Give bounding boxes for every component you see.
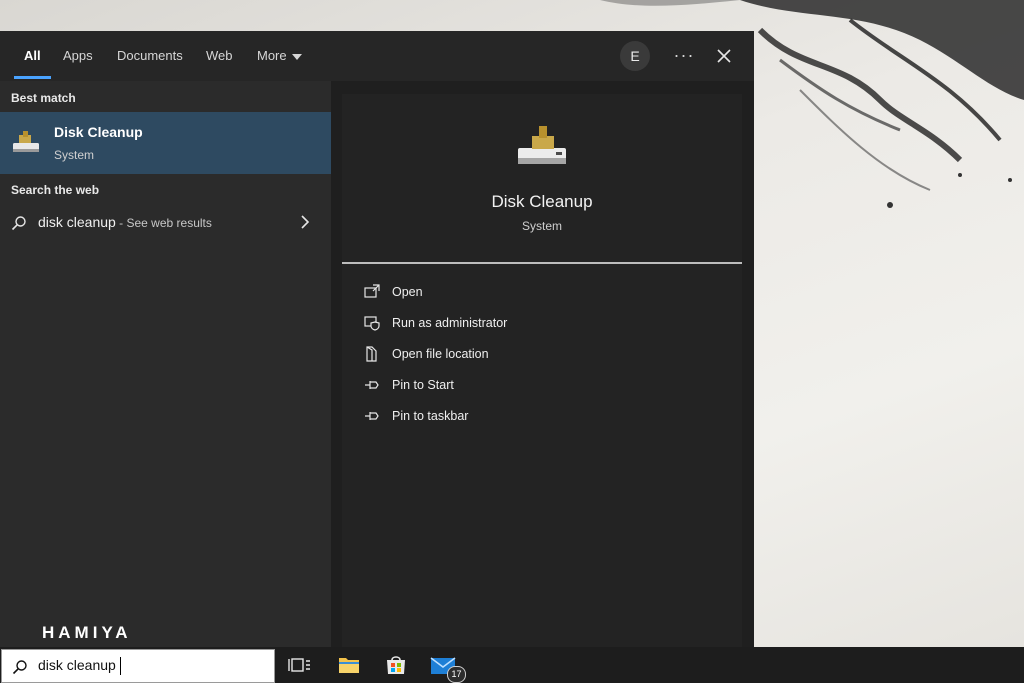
action-open[interactable]: Open	[362, 279, 722, 305]
text-cursor	[120, 657, 121, 675]
taskbar-search-input[interactable]: disk cleanup	[38, 657, 258, 673]
taskbar-search-box[interactable]: disk cleanup	[1, 649, 275, 683]
tab-documents[interactable]: Documents	[117, 31, 183, 81]
shield-icon	[364, 316, 380, 331]
microsoft-store-icon[interactable]	[384, 653, 408, 677]
detail-title: Disk Cleanup	[491, 192, 593, 211]
action-open-file-location[interactable]: Open file location	[362, 341, 722, 367]
search-web-heading: Search the web	[11, 183, 100, 197]
action-pin-to-start-label: Pin to Start	[392, 378, 454, 392]
close-button[interactable]	[710, 41, 738, 71]
detail-pane: Disk Cleanup System Open Run as administ…	[342, 94, 742, 647]
web-result-text: disk cleanup - See web results	[38, 214, 212, 230]
detail-subtitle: System	[521, 219, 562, 233]
taskbar: disk cleanup 17	[0, 647, 1024, 683]
mail-badge: 17	[447, 666, 466, 683]
search-icon	[11, 216, 26, 231]
web-result-item[interactable]: disk cleanup - See web results	[0, 206, 331, 240]
pin-icon	[365, 412, 379, 420]
search-tabs-bar: All Apps Documents Web More E ···	[0, 31, 754, 81]
action-run-as-admin-label: Run as administrator	[392, 316, 508, 330]
detail-divider	[342, 262, 742, 264]
disk-cleanup-large-icon	[518, 126, 566, 164]
tab-more[interactable]: More	[257, 31, 302, 81]
search-panel: All Apps Documents Web More E ··· Best m…	[0, 31, 754, 647]
open-icon	[364, 284, 380, 298]
account-avatar[interactable]: E	[620, 41, 650, 71]
watermark-logo: HAMIYA	[42, 623, 132, 642]
mail-taskbar-button[interactable]: 17	[430, 653, 466, 683]
tab-all[interactable]: All	[14, 31, 51, 81]
action-open-label: Open	[392, 285, 423, 299]
pin-icon	[365, 381, 379, 389]
web-query-text: disk cleanup	[38, 214, 116, 230]
results-column: Best match Disk Cleanup System Search th…	[0, 81, 331, 647]
close-icon	[717, 49, 731, 63]
best-match-item[interactable]: Disk Cleanup System	[0, 112, 331, 174]
best-match-subtitle: System	[54, 148, 95, 162]
action-open-file-location-label: Open file location	[392, 347, 489, 361]
web-results-suffix: - See web results	[115, 216, 212, 230]
file-location-icon	[366, 346, 377, 362]
disk-cleanup-icon	[13, 131, 39, 152]
best-match-heading: Best match	[11, 91, 76, 105]
search-icon	[12, 660, 27, 675]
tab-apps[interactable]: Apps	[63, 31, 93, 81]
caret-down-icon	[291, 53, 302, 60]
tab-web[interactable]: Web	[206, 31, 233, 81]
more-options-button[interactable]: ···	[670, 41, 698, 71]
action-pin-to-taskbar-label: Pin to taskbar	[392, 409, 469, 423]
task-view-icon[interactable]	[288, 653, 312, 677]
best-match-title: Disk Cleanup	[54, 124, 143, 140]
action-run-as-admin[interactable]: Run as administrator	[362, 310, 722, 336]
chevron-right-icon	[301, 215, 310, 229]
tab-more-label: More	[257, 48, 287, 63]
file-explorer-icon[interactable]	[337, 653, 361, 677]
action-pin-to-taskbar[interactable]: Pin to taskbar	[362, 403, 722, 429]
action-pin-to-start[interactable]: Pin to Start	[362, 372, 722, 398]
